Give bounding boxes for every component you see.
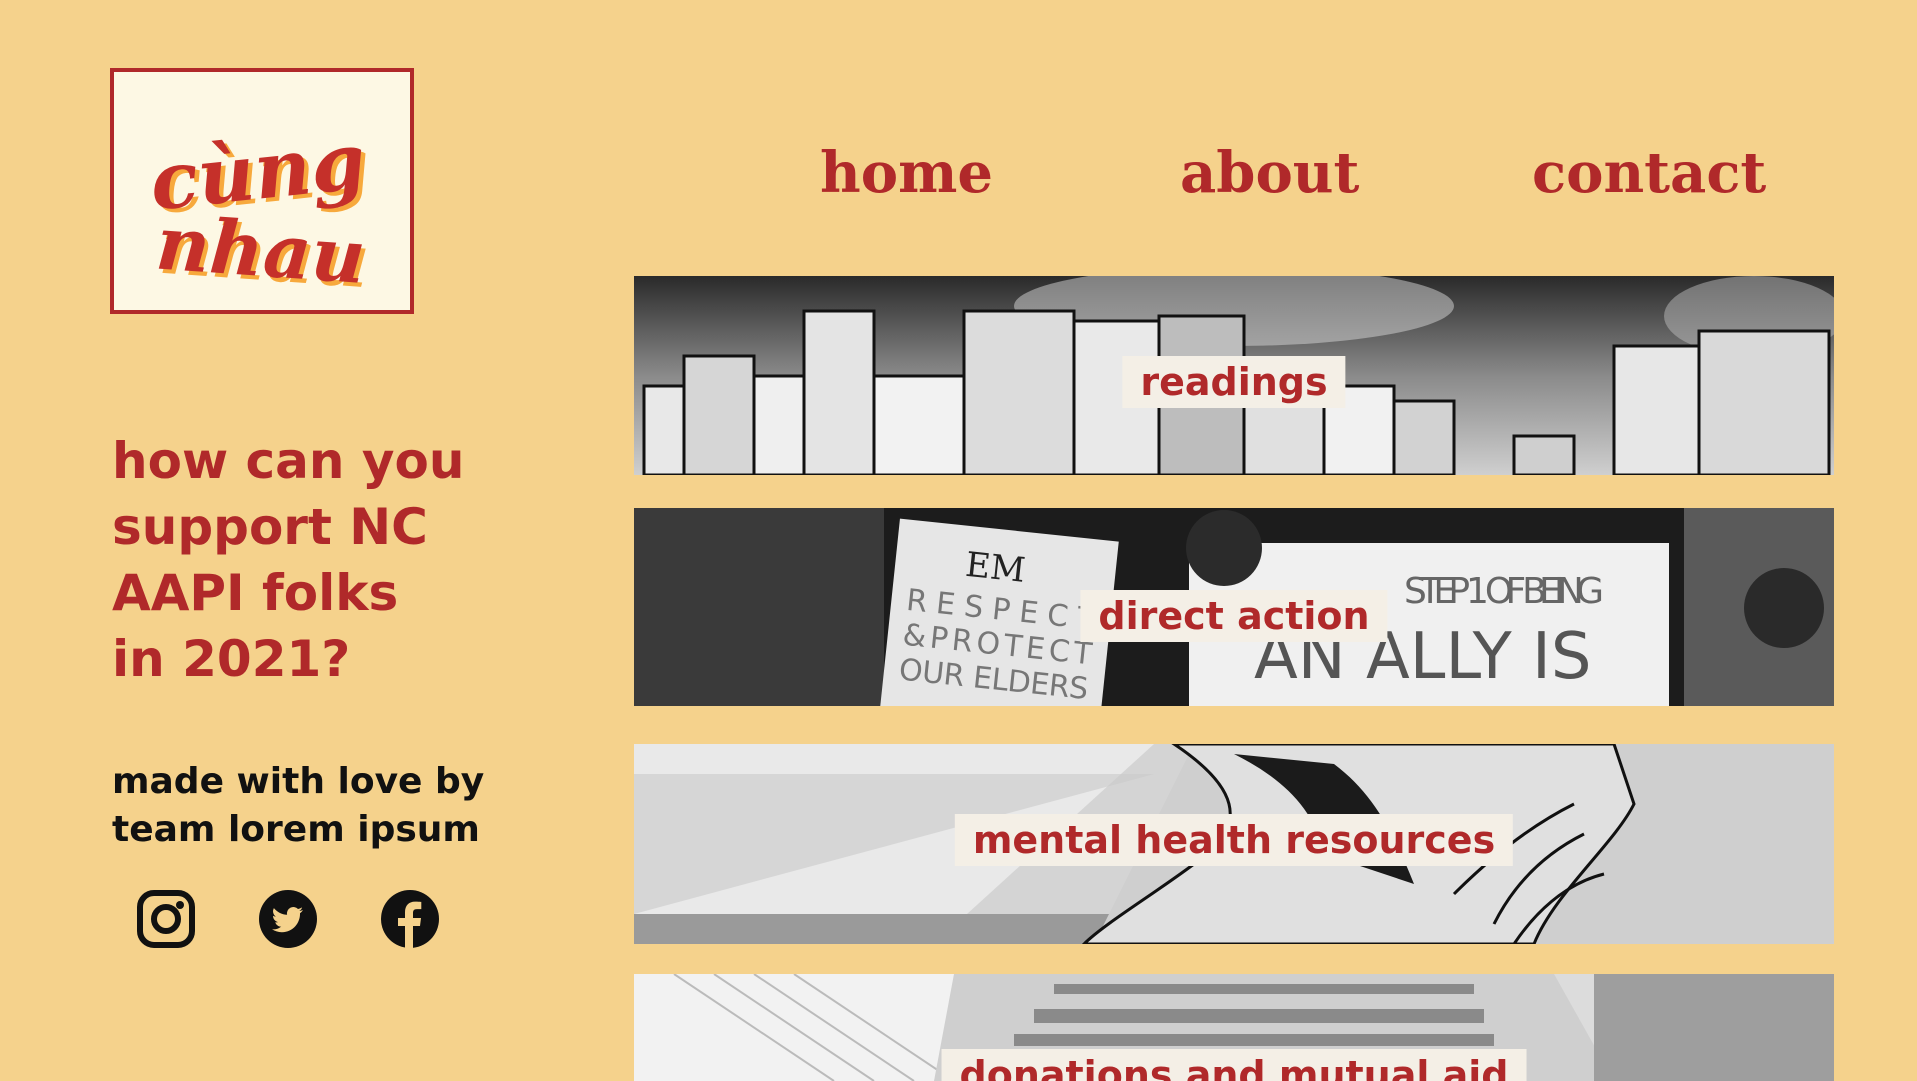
credits: made with love by team lorem ipsum [112,758,484,854]
banner-donations[interactable]: donations and mutual aid [634,974,1834,1081]
instagram-icon[interactable] [136,888,196,950]
credits-line: made with love by [112,761,485,802]
nav-about[interactable]: about [1180,140,1359,206]
banner-label: direct action [1080,590,1388,642]
logo-line2: nhau [153,201,368,301]
nav-home[interactable]: home [820,140,993,206]
banner-label: readings [1122,356,1346,408]
sign-right-line1: STEP 1 OF BEING [1404,571,1604,612]
credits-line: team lorem ipsum [112,809,480,850]
social-links [136,888,440,950]
facebook-icon[interactable] [380,888,440,950]
hero-line: how can you [112,432,465,490]
twitter-icon[interactable] [258,888,318,950]
banner-direct-action[interactable]: EM RESPECT &PROTECT OUR ELDERS STEP 1 OF… [634,508,1834,706]
hero-heading: how can you support NC AAPI folks in 202… [112,428,532,692]
logo[interactable]: cùng cùng nhau nhau [110,68,414,314]
banner-readings[interactable]: readings [634,276,1834,475]
main-nav: home about contact [760,140,1840,220]
sign-left-top: EM [964,545,1027,591]
banner-label: donations and mutual aid [941,1049,1527,1081]
banner-label: mental health resources [954,814,1514,866]
hero-line: AAPI folks [112,564,399,622]
logo-graphic: cùng cùng nhau nhau [146,116,374,306]
hero-line: support NC [112,498,428,556]
banner-mental-health[interactable]: mental health resources [634,744,1834,944]
hero-line: in 2021? [112,630,351,688]
nav-contact[interactable]: contact [1532,140,1766,206]
svg-text:nhau: nhau [153,201,368,301]
